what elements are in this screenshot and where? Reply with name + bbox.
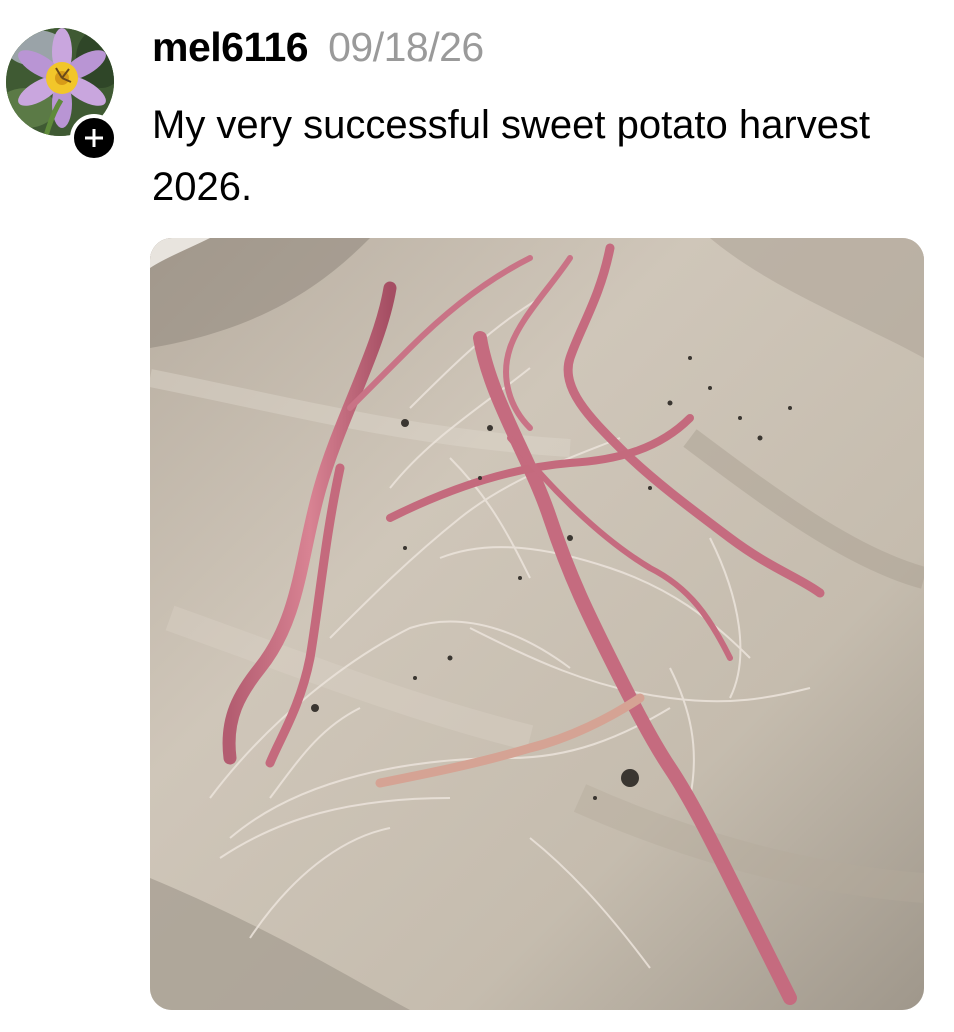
follow-button[interactable] (70, 114, 118, 162)
post-timestamp: 09/18/26 (328, 24, 484, 70)
plus-icon (85, 129, 103, 147)
post-photo[interactable] (150, 238, 924, 1010)
post-header: mel6116 09/18/26 (152, 24, 484, 76)
post-text: My very successful sweet potato harvest … (152, 103, 871, 209)
author-username[interactable]: mel6116 (152, 24, 309, 71)
sweet-potato-roots-photo (150, 238, 924, 1010)
author-avatar-wrap (6, 28, 118, 162)
post: mel6116 09/18/26 My very successful swee… (0, 0, 954, 1032)
